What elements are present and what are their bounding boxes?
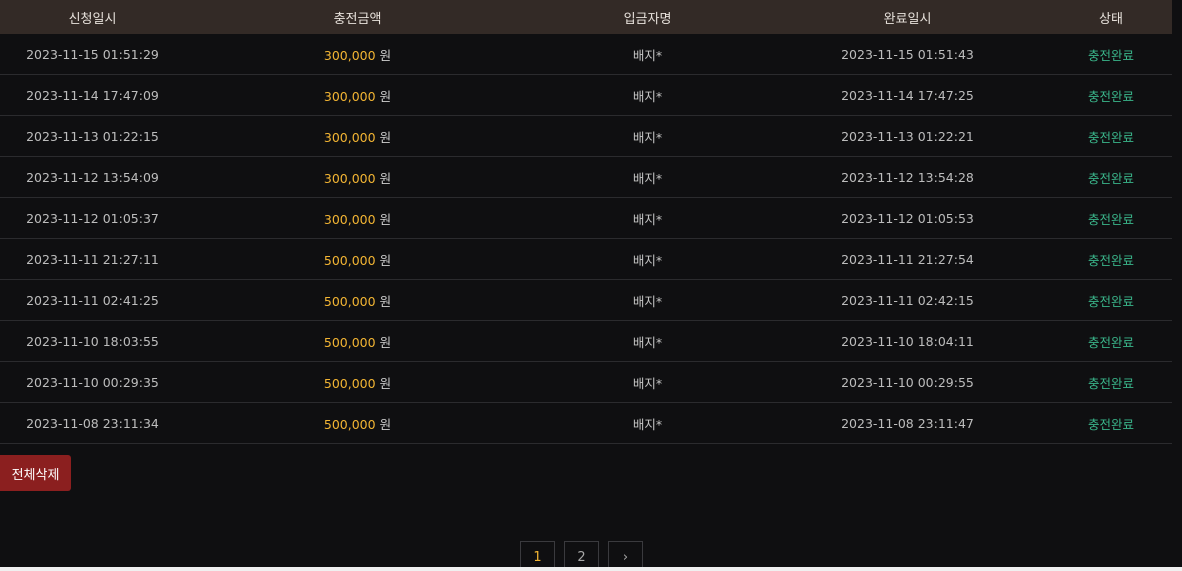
amount-value: 500,000 xyxy=(323,375,376,391)
depositor-name: 배지* xyxy=(632,47,663,63)
requested-time: 2023-11-10 18:03:55 xyxy=(26,333,159,349)
requested-time: 2023-11-10 00:29:35 xyxy=(26,374,159,390)
status-badge: 충전완료 xyxy=(1087,88,1134,104)
requested-time: 2023-11-13 01:22:15 xyxy=(26,128,159,144)
currency-unit: 원 xyxy=(379,334,392,350)
header-depositor: 입금자명 xyxy=(623,11,672,27)
requested-time: 2023-11-15 01:51:29 xyxy=(26,46,159,62)
currency-unit: 원 xyxy=(379,375,392,391)
depositor-name: 배지* xyxy=(632,211,663,227)
completed-time: 2023-11-08 23:11:47 xyxy=(841,415,974,431)
chevron-right-icon: › xyxy=(622,549,629,565)
bottom-edge xyxy=(0,567,1182,571)
status-badge: 충전완료 xyxy=(1087,334,1134,350)
charge-amount: 300,000 원 xyxy=(185,209,530,228)
table-row: 2023-11-12 01:05:37 300,000 원 배지* 2023-11-12… xyxy=(0,198,1172,239)
currency-unit: 원 xyxy=(379,129,392,145)
completed-time: 2023-11-10 00:29:55 xyxy=(841,374,974,390)
currency-unit: 원 xyxy=(379,252,392,268)
status-badge: 충전완료 xyxy=(1087,129,1134,145)
table-row: 2023-11-11 02:41:25 500,000 원 배지* 2023-11-11… xyxy=(0,280,1172,321)
depositor-name: 배지* xyxy=(632,170,663,186)
header-status: 상태 xyxy=(1099,11,1123,27)
currency-unit: 원 xyxy=(379,88,392,104)
depositor-name: 배지* xyxy=(632,293,663,309)
amount-value: 500,000 xyxy=(323,252,376,268)
depositor-name: 배지* xyxy=(632,252,663,268)
status-badge: 충전완료 xyxy=(1087,170,1134,186)
amount-value: 300,000 xyxy=(323,129,376,145)
status-badge: 충전완료 xyxy=(1087,211,1134,227)
depositor-name: 배지* xyxy=(632,334,663,350)
charge-amount: 500,000 원 xyxy=(185,332,530,351)
amount-value: 300,000 xyxy=(323,88,376,104)
completed-time: 2023-11-13 01:22:21 xyxy=(841,128,974,144)
depositor-name: 배지* xyxy=(632,416,663,432)
header-amount: 충전금액 xyxy=(333,11,382,27)
currency-unit: 원 xyxy=(379,211,392,227)
requested-time: 2023-11-11 02:41:25 xyxy=(26,292,159,308)
table-row: 2023-11-13 01:22:15 300,000 원 배지* 2023-11-13… xyxy=(0,116,1172,157)
charge-amount: 500,000 원 xyxy=(185,291,530,310)
requested-time: 2023-11-12 01:05:37 xyxy=(26,210,159,226)
charge-amount: 300,000 원 xyxy=(185,86,530,105)
table-row: 2023-11-12 13:54:09 300,000 원 배지* 2023-11-12… xyxy=(0,157,1172,198)
completed-time: 2023-11-11 02:42:15 xyxy=(841,292,974,308)
completed-time: 2023-11-14 17:47:25 xyxy=(841,87,974,103)
amount-value: 500,000 xyxy=(323,416,376,432)
completed-time: 2023-11-11 21:27:54 xyxy=(841,251,974,267)
depositor-name: 배지* xyxy=(632,129,663,145)
header-completed: 완료일시 xyxy=(883,11,932,27)
completed-time: 2023-11-10 18:04:11 xyxy=(841,333,974,349)
charge-amount: 300,000 원 xyxy=(185,45,530,64)
charge-amount: 500,000 원 xyxy=(185,414,530,433)
table-row: 2023-11-10 00:29:35 500,000 원 배지* 2023-11-10… xyxy=(0,362,1172,403)
delete-all-button[interactable]: 전체삭제 xyxy=(0,455,71,491)
table-row: 2023-11-15 01:51:29 300,000 원 배지* 2023-11-15… xyxy=(0,34,1172,75)
completed-time: 2023-11-12 01:05:53 xyxy=(841,210,974,226)
table-row: 2023-11-08 23:11:34 500,000 원 배지* 2023-11-08… xyxy=(0,403,1172,444)
status-badge: 충전완료 xyxy=(1087,293,1134,309)
currency-unit: 원 xyxy=(379,293,392,309)
completed-time: 2023-11-12 13:54:28 xyxy=(841,169,974,185)
amount-value: 500,000 xyxy=(323,293,376,309)
charge-amount: 300,000 원 xyxy=(185,127,530,146)
requested-time: 2023-11-11 21:27:11 xyxy=(26,251,159,267)
requested-time: 2023-11-14 17:47:09 xyxy=(26,87,159,103)
table-row: 2023-11-14 17:47:09 300,000 원 배지* 2023-11-14… xyxy=(0,75,1172,116)
table-body: 2023-11-15 01:51:29 300,000 원 배지* 2023-11-15… xyxy=(0,34,1172,444)
status-badge: 충전완료 xyxy=(1087,375,1134,391)
currency-unit: 원 xyxy=(379,47,392,63)
currency-unit: 원 xyxy=(379,170,392,186)
status-badge: 충전완료 xyxy=(1087,416,1134,432)
charge-amount: 500,000 원 xyxy=(185,373,530,392)
charge-amount: 500,000 원 xyxy=(185,250,530,269)
completed-time: 2023-11-15 01:51:43 xyxy=(841,46,974,62)
charge-amount: 300,000 원 xyxy=(185,168,530,187)
table-row: 2023-11-10 18:03:55 500,000 원 배지* 2023-11-10… xyxy=(0,321,1172,362)
currency-unit: 원 xyxy=(379,416,392,432)
status-badge: 충전완료 xyxy=(1087,252,1134,268)
amount-value: 300,000 xyxy=(323,47,376,63)
header-requested: 신청일시 xyxy=(68,11,117,27)
depositor-name: 배지* xyxy=(632,88,663,104)
depositor-name: 배지* xyxy=(632,375,663,391)
charge-history-page: 신청일시 충전금액 입금자명 완료일시 상태 2023-11-15 01:51:… xyxy=(0,0,1182,571)
amount-value: 500,000 xyxy=(323,334,376,350)
requested-time: 2023-11-08 23:11:34 xyxy=(26,415,159,431)
charge-history-table: 신청일시 충전금액 입금자명 완료일시 상태 2023-11-15 01:51:… xyxy=(0,0,1172,444)
amount-value: 300,000 xyxy=(323,211,376,227)
table-row: 2023-11-11 21:27:11 500,000 원 배지* 2023-11-11… xyxy=(0,239,1172,280)
amount-value: 300,000 xyxy=(323,170,376,186)
requested-time: 2023-11-12 13:54:09 xyxy=(26,169,159,185)
table-header: 신청일시 충전금액 입금자명 완료일시 상태 xyxy=(0,0,1172,34)
status-badge: 충전완료 xyxy=(1087,47,1134,63)
